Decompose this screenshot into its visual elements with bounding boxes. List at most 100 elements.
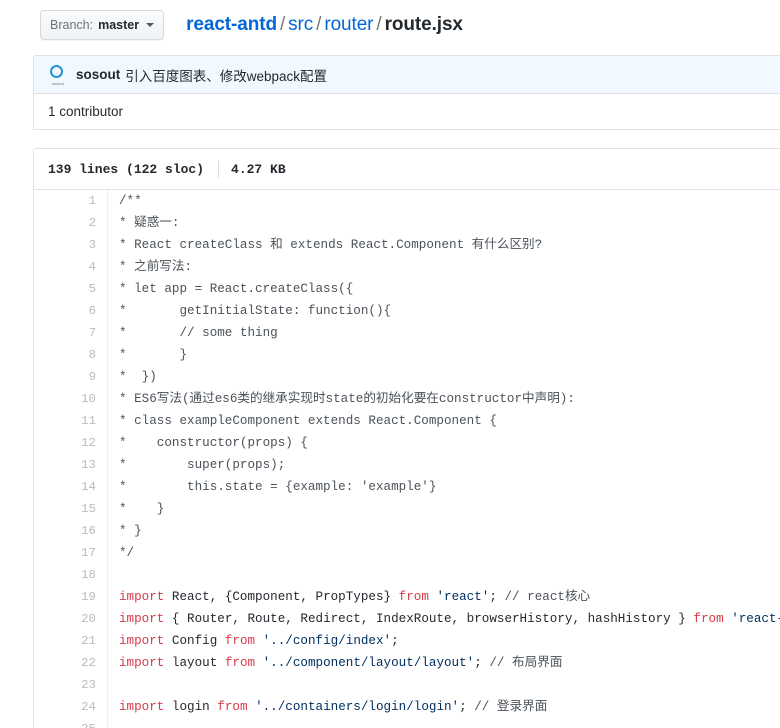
line-number[interactable]: 2 [34, 212, 108, 234]
branch-name: master [98, 18, 139, 32]
code-line-content[interactable]: * React createClass 和 extends React.Comp… [108, 234, 780, 256]
code-token-str: '../containers/login/login' [255, 700, 459, 714]
breadcrumb-dir-src[interactable]: src [288, 14, 313, 35]
avatar-sublabel: sosout [48, 82, 68, 86]
code-line-content[interactable]: import { Router, Route, Redirect, IndexR… [108, 608, 780, 630]
line-number[interactable]: 23 [34, 674, 108, 696]
line-number[interactable]: 12 [34, 432, 108, 454]
code-scroll-region[interactable]: 1/**2 * 疑惑一: 3 * React createClass 和 extend… [34, 190, 780, 728]
code-line-content[interactable]: * // some thing [108, 322, 780, 344]
code-line-content[interactable]: * super(props); [108, 454, 780, 476]
code-line-content[interactable]: * this.state = {example: 'example'} [108, 476, 780, 498]
line-number[interactable]: 4 [34, 256, 108, 278]
code-line-content[interactable]: * let app = React.createClass({ [108, 278, 780, 300]
chevron-down-icon [146, 23, 154, 27]
code-line: 17 */ [34, 542, 780, 564]
line-number[interactable]: 11 [34, 410, 108, 432]
code-line-content[interactable]: */ [108, 542, 780, 564]
line-number[interactable]: 5 [34, 278, 108, 300]
code-line-content[interactable]: import React, {Component, PropTypes} fro… [108, 586, 780, 608]
code-token-kw: from [225, 656, 255, 670]
code-line-content[interactable]: * ES6写法(通过es6类的继承实现时state的初始化要在construct… [108, 388, 780, 410]
code-line-content[interactable]: import layout from '../component/layout/… [108, 652, 780, 674]
code-token-str: 'react' [436, 590, 489, 604]
code-line: 20import { Router, Route, Redirect, Inde… [34, 608, 780, 630]
code-line: 3 * React createClass 和 extends React.Com… [34, 234, 780, 256]
line-number[interactable]: 13 [34, 454, 108, 476]
code-table: 1/**2 * 疑惑一: 3 * React createClass 和 extend… [34, 190, 780, 728]
code-line-content[interactable]: * } [108, 520, 780, 542]
line-number[interactable]: 20 [34, 608, 108, 630]
code-line-content[interactable]: ​ [108, 674, 780, 696]
code-line-content[interactable]: /** [108, 190, 780, 212]
file-line-count: 139 lines (122 sloc) [48, 162, 204, 177]
code-token-txt: login [164, 700, 217, 714]
code-token-com: * 疑惑一: [119, 216, 179, 230]
code-token-kw: import [119, 634, 164, 648]
code-line-content[interactable]: ​ [108, 564, 780, 586]
line-number[interactable]: 17 [34, 542, 108, 564]
line-number[interactable]: 18 [34, 564, 108, 586]
line-number[interactable]: 21 [34, 630, 108, 652]
code-token-com: * React createClass 和 extends React.Comp… [119, 238, 542, 252]
breadcrumb-repo-link[interactable]: react-antd [186, 14, 277, 35]
contributors-bar: 1 contributor [33, 93, 780, 130]
code-token-str: 'react-router'; [731, 612, 780, 626]
line-number[interactable]: 10 [34, 388, 108, 410]
code-token-com: // react核心 [504, 590, 590, 604]
code-token-com: */ [119, 546, 134, 560]
line-number[interactable]: 14 [34, 476, 108, 498]
code-line-content[interactable]: * } [108, 498, 780, 520]
code-line-content[interactable]: import login from '../containers/login/l… [108, 696, 780, 718]
code-line: 4* 之前写法: [34, 256, 780, 278]
code-line-content[interactable]: * class exampleComponent extends React.C… [108, 410, 780, 432]
code-token-str: '../config/index' [263, 634, 391, 648]
code-line-content[interactable]: * 疑惑一: [108, 212, 780, 234]
line-number[interactable]: 19 [34, 586, 108, 608]
code-token-kw: import [119, 700, 164, 714]
code-token-com: * super(props); [119, 458, 285, 472]
code-token-txt: ; [391, 634, 399, 648]
branch-selector-button[interactable]: Branch: master [40, 10, 164, 40]
code-token-txt [255, 656, 263, 670]
avatar[interactable]: sosout [48, 65, 68, 85]
breadcrumb-filename: route.jsx [385, 14, 463, 35]
commit-author-link[interactable]: sosout [76, 67, 120, 82]
code-line: 15* } [34, 498, 780, 520]
code-line-content[interactable]: * 之前写法: [108, 256, 780, 278]
file-meta-bar: 139 lines (122 sloc) 4.27 KB [34, 149, 780, 190]
line-number[interactable]: 6 [34, 300, 108, 322]
line-number[interactable]: 22 [34, 652, 108, 674]
line-number[interactable]: 8 [34, 344, 108, 366]
commit-message[interactable]: 引入百度图表、修改webpack配置 [125, 65, 327, 85]
line-number[interactable]: 1 [34, 190, 108, 212]
breadcrumb-dir-router[interactable]: router [324, 14, 373, 35]
code-line-content[interactable]: * }) [108, 366, 780, 388]
contributor-count-text[interactable]: 1 contributor [48, 104, 123, 119]
code-token-kw: from [217, 700, 247, 714]
code-line: 18​ [34, 564, 780, 586]
code-line: 23​ [34, 674, 780, 696]
line-number[interactable]: 15 [34, 498, 108, 520]
code-line: 16* } [34, 520, 780, 542]
code-token-com: * }) [119, 370, 157, 384]
code-line: 10* ES6写法(通过es6类的继承实现时state的初始化要在constru… [34, 388, 780, 410]
code-line-content[interactable]: * } [108, 344, 780, 366]
code-line: 2 * 疑惑一: [34, 212, 780, 234]
avatar-ring-icon [50, 65, 63, 78]
line-number[interactable]: 3 [34, 234, 108, 256]
line-number[interactable]: 24 [34, 696, 108, 718]
code-token-txt: ; [489, 590, 504, 604]
code-line: 8* } [34, 344, 780, 366]
code-line-content[interactable]: import Config from '../config/index'; [108, 630, 780, 652]
code-line: 11* class exampleComponent extends React… [34, 410, 780, 432]
line-number[interactable]: 7 [34, 322, 108, 344]
code-token-txt: { Router, Route, Redirect, IndexRoute, b… [164, 612, 693, 626]
line-number[interactable]: 9 [34, 366, 108, 388]
file-size: 4.27 KB [231, 162, 286, 177]
code-line: 14* this.state = {example: 'example'} [34, 476, 780, 498]
code-line-content[interactable]: * getInitialState: function(){ [108, 300, 780, 322]
code-token-str: '../component/layout/layout' [263, 656, 475, 670]
line-number[interactable]: 16 [34, 520, 108, 542]
code-line-content[interactable]: * constructor(props) { [108, 432, 780, 454]
